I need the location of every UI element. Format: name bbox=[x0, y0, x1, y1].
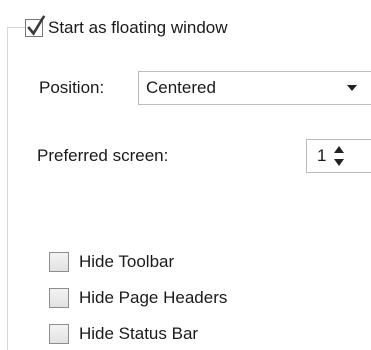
spin-down-icon[interactable] bbox=[332, 156, 346, 170]
hide-toolbar-checkbox[interactable] bbox=[49, 252, 69, 272]
checkmark-icon bbox=[27, 15, 46, 36]
preferred-screen-row: Preferred screen: bbox=[37, 142, 168, 170]
hide-page-headers-label: Hide Page Headers bbox=[79, 288, 228, 307]
hide-page-headers-option[interactable]: Hide Page Headers bbox=[49, 285, 227, 311]
hide-page-headers-checkbox[interactable] bbox=[49, 288, 69, 308]
floating-window-toggle[interactable]: Start as floating window bbox=[25, 14, 232, 42]
hide-status-bar-checkbox[interactable] bbox=[49, 324, 69, 344]
preferred-screen-spinner[interactable]: 1 bbox=[306, 139, 371, 173]
position-dropdown[interactable]: Centered bbox=[138, 71, 371, 105]
chevron-down-icon bbox=[347, 85, 357, 91]
preferred-screen-value: 1 bbox=[317, 146, 327, 165]
group-box-border-top bbox=[7, 27, 25, 28]
position-label: Position: bbox=[39, 78, 105, 97]
position-value: Centered bbox=[146, 78, 216, 97]
preferred-screen-label: Preferred screen: bbox=[37, 146, 169, 165]
position-row: Position: bbox=[39, 73, 104, 103]
group-box-border bbox=[7, 27, 8, 350]
hide-toolbar-option[interactable]: Hide Toolbar bbox=[49, 249, 174, 275]
floating-window-checkbox[interactable] bbox=[25, 15, 46, 37]
floating-window-label: Start as floating window bbox=[48, 18, 228, 37]
hide-toolbar-label: Hide Toolbar bbox=[79, 252, 175, 271]
hide-status-bar-option[interactable]: Hide Status Bar bbox=[49, 321, 198, 347]
hide-status-bar-label: Hide Status Bar bbox=[79, 324, 199, 343]
spin-up-icon[interactable] bbox=[332, 142, 346, 156]
